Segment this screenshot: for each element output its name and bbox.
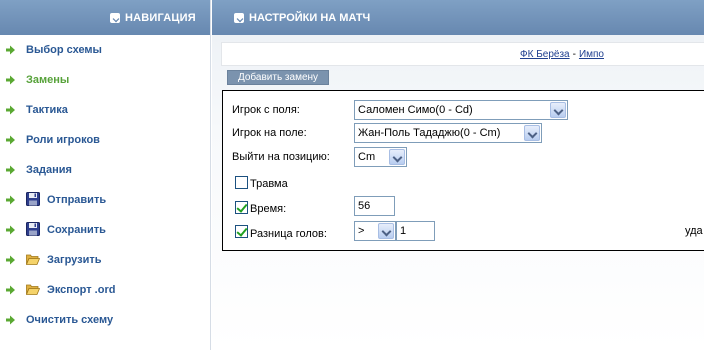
navigation-title: НАВИГАЦИЯ: [125, 11, 196, 24]
navigation-panel: НАВИГАЦИЯ Выбор схемы Замены Тактика Рол…: [0, 0, 211, 350]
match-settings-header: НАСТРОЙКИ НА МАТЧ: [212, 0, 704, 35]
nav-item-load[interactable]: Загрузить: [0, 245, 210, 275]
chevron-down-icon[interactable]: [524, 125, 540, 141]
nav-item-substitutions[interactable]: Замены: [0, 65, 210, 95]
nav-item-label: Выбор схемы: [26, 44, 102, 56]
nav-item-player-roles[interactable]: Роли игроков: [0, 125, 210, 155]
arrow-right-icon: [6, 105, 15, 115]
player-in-select[interactable]: Жан-Поль Тададжю(0 - Cm): [354, 123, 542, 143]
match-settings-title: НАСТРОЙКИ НА МАТЧ: [249, 11, 371, 24]
nav-item-tasks[interactable]: Задания: [0, 155, 210, 185]
arrow-right-icon: [6, 195, 15, 205]
nav-item-label: Экспорт .ord: [47, 284, 116, 296]
position-select[interactable]: Cm: [354, 147, 407, 167]
nav-item-label: Тактика: [26, 104, 68, 116]
player-out-label: Игрок с поля:: [232, 104, 300, 116]
nav-item-export-ord[interactable]: Экспорт .ord: [0, 275, 210, 305]
match-teams-bar: ФК Берёза - Импо: [221, 42, 704, 66]
goal-diff-operator-value: >: [358, 225, 365, 237]
home-team-link[interactable]: ФК Берёза: [520, 49, 570, 60]
nav-item-label: Сохранить: [47, 224, 106, 236]
teams-separator: -: [572, 48, 576, 60]
time-label: Время:: [250, 203, 287, 215]
position-value: Cm: [358, 151, 376, 163]
collapse-icon[interactable]: [234, 12, 244, 23]
nav-item-save[interactable]: Сохранить: [0, 215, 210, 245]
nav-item-label: Замены: [26, 74, 70, 86]
navigation-header: НАВИГАЦИЯ: [0, 0, 210, 35]
goal-diff-input[interactable]: 1: [396, 221, 435, 241]
arrow-right-icon: [6, 45, 15, 55]
nav-item-clear-scheme[interactable]: Очистить схему: [0, 305, 210, 335]
injury-checkbox[interactable]: [235, 176, 248, 189]
position-label: Выйти на позицию:: [232, 151, 330, 163]
floppy-disk-icon: [26, 222, 40, 236]
add-substitution-button[interactable]: Добавить замену: [227, 70, 329, 85]
arrow-right-icon: [6, 255, 15, 265]
nav-item-label: Роли игроков: [26, 134, 100, 146]
goal-diff-checkbox[interactable]: [235, 225, 248, 238]
nav-item-label: Загрузить: [47, 254, 102, 266]
player-out-value: Саломен Симо(0 - Cd): [358, 104, 473, 116]
goal-diff-value: 1: [400, 225, 407, 237]
chevron-down-icon[interactable]: [550, 102, 566, 118]
time-value: 56: [358, 200, 371, 212]
goal-diff-label: Разница голов:: [250, 228, 327, 240]
player-out-select[interactable]: Саломен Симо(0 - Cd): [354, 100, 568, 120]
nav-item-select-scheme[interactable]: Выбор схемы: [0, 35, 210, 65]
away-team-link[interactable]: Импо: [579, 49, 604, 60]
nav-item-label: Задания: [26, 164, 72, 176]
arrow-right-icon: [6, 135, 15, 145]
nav-item-label: Отправить: [47, 194, 107, 206]
cut-off-text: уда: [685, 225, 703, 237]
collapse-icon[interactable]: [110, 12, 120, 23]
open-folder-icon: [26, 284, 40, 295]
nav-item-send[interactable]: Отправить: [0, 185, 210, 215]
nav-item-label: Очистить схему: [26, 314, 114, 326]
player-in-value: Жан-Поль Тададжю(0 - Cm): [358, 127, 501, 139]
chevron-down-icon[interactable]: [378, 223, 394, 239]
open-folder-icon: [26, 254, 40, 265]
time-input[interactable]: 56: [354, 196, 395, 216]
goal-diff-operator-select[interactable]: >: [354, 221, 396, 241]
arrow-right-icon: [6, 225, 15, 235]
arrow-right-icon: [6, 285, 15, 295]
arrow-right-icon: [6, 165, 15, 175]
floppy-disk-icon: [26, 192, 40, 206]
nav-item-tactics[interactable]: Тактика: [0, 95, 210, 125]
arrow-right-icon: [6, 75, 15, 85]
chevron-down-icon[interactable]: [389, 149, 405, 165]
player-in-label: Игрок на поле:: [232, 127, 307, 139]
injury-label: Травма: [250, 178, 288, 190]
time-checkbox[interactable]: [235, 201, 248, 214]
arrow-right-icon: [6, 315, 15, 325]
